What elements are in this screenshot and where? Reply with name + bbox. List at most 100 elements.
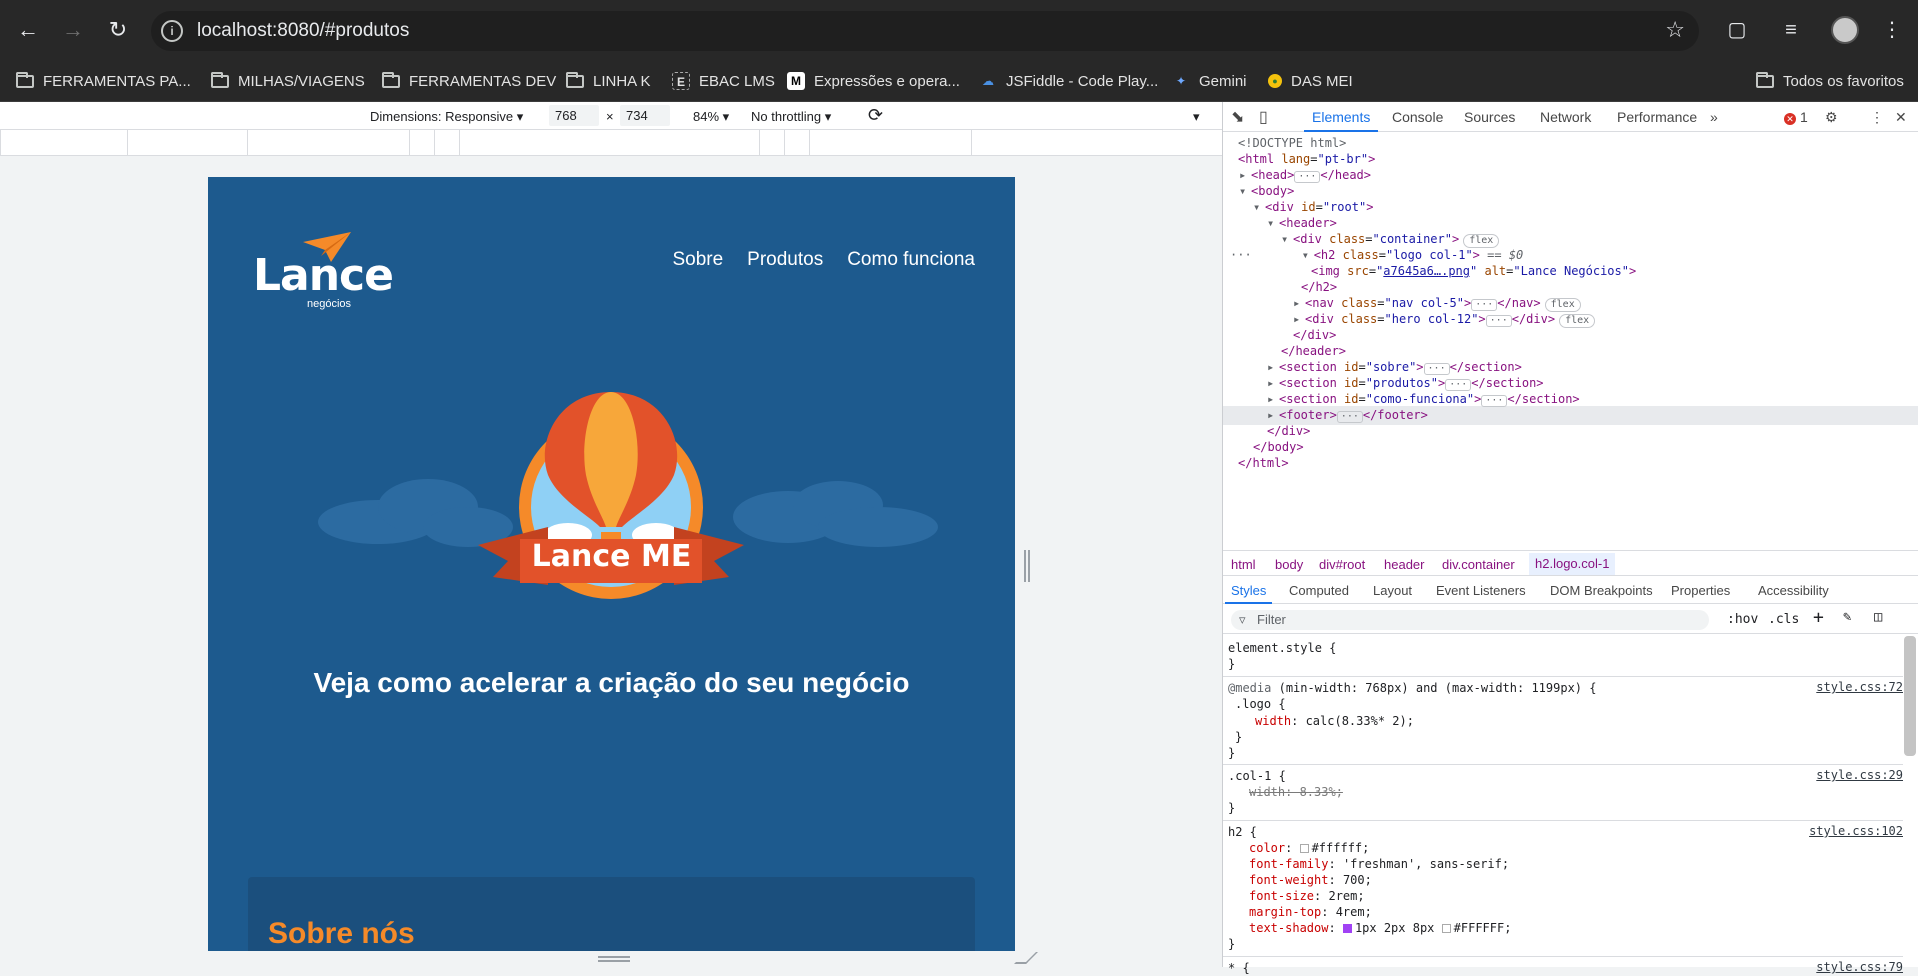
bottom-resize-handle[interactable] [598,956,630,962]
devtools-menu-icon[interactable]: ⋮ [1870,109,1884,126]
crumb-body[interactable]: body [1275,557,1303,572]
media-query-ruler[interactable] [0,130,1222,156]
source-link[interactable]: style.css:72 [1816,680,1903,694]
zoom-select[interactable]: 84% ▾ [693,109,729,125]
cls-toggle[interactable]: .cls [1768,612,1799,627]
nav-link-produtos[interactable]: Produtos [747,249,823,271]
media-controls-icon[interactable]: ≡ [1777,16,1805,44]
source-link[interactable]: style.css:79 [1816,960,1903,974]
crumb-html[interactable]: html [1231,557,1256,572]
ellipsis-icon[interactable]: ··· [1485,315,1512,327]
inspect-element-icon[interactable]: ⬊ [1231,107,1244,127]
device-more-icon[interactable]: ▾ [1193,109,1200,125]
ruler-segment[interactable] [759,130,784,156]
selector[interactable]: * { [1228,960,1250,976]
filter-input[interactable]: ▿ Filter [1231,610,1709,630]
ellipsis-icon[interactable]: ··· [1336,411,1363,423]
bookmark-folder[interactable]: LINHA K [566,68,651,94]
tab-accessibility[interactable]: Accessibility [1758,583,1829,598]
height-input[interactable]: 734 [620,105,670,126]
device-toggle-icon[interactable]: ▯ [1259,107,1268,127]
reload-icon[interactable]: ↻ [102,14,134,46]
dom-line[interactable]: </html> [1238,454,1289,473]
hov-toggle[interactable]: :hov [1727,612,1758,627]
style-property[interactable]: margin-top: 4rem; [1249,904,1372,920]
nav-link-como-funciona[interactable]: Como funciona [847,249,975,271]
throttling-select[interactable]: No throttling ▾ [751,109,831,125]
crumb-container[interactable]: div.container [1442,557,1515,572]
tab-layout[interactable]: Layout [1373,583,1412,598]
crumb-root[interactable]: div#root [1319,557,1365,572]
selector[interactable]: .col-1 { [1228,768,1286,784]
forward-arrow-icon[interactable]: → [57,14,89,46]
tab-console[interactable]: Console [1392,109,1443,125]
back-arrow-icon[interactable]: ← [12,14,44,46]
tab-sources[interactable]: Sources [1464,109,1515,125]
ruler-segment[interactable] [0,130,127,156]
style-property[interactable]: font-family: 'freshman', sans-serif; [1249,856,1509,872]
ruler-segment[interactable] [127,130,247,156]
more-tabs-icon[interactable]: » [1710,109,1718,125]
site-logo[interactable]: Lance negócios [253,232,394,310]
paint-brush-icon[interactable]: ✎ [1843,609,1851,625]
extensions-icon[interactable]: ▢ [1723,16,1751,44]
tab-event-listeners[interactable]: Event Listeners [1436,583,1526,598]
tab-performance[interactable]: Performance [1617,109,1697,125]
settings-gear-icon[interactable]: ⚙ [1825,109,1838,126]
overridden-property[interactable]: width: 8.33%; [1249,784,1343,800]
rotate-icon[interactable]: ⟳ [868,105,883,126]
selector[interactable]: .logo { [1235,696,1286,712]
bookmark-link[interactable]: M Expressões e opera... [787,68,960,94]
bookmark-star-icon[interactable]: ☆ [1665,17,1685,43]
tab-elements[interactable]: Elements [1303,109,1379,132]
bookmark-folder[interactable]: FERRAMENTAS PA... [16,68,191,94]
profile-avatar[interactable] [1831,16,1859,44]
dom-line[interactable]: <img src="a7645a6….png" alt="Lance Negóc… [1311,262,1636,281]
ruler-segment[interactable] [809,130,971,156]
error-badge[interactable]: ✕ 1 [1784,109,1808,125]
shadow-editor-icon[interactable] [1342,924,1352,933]
width-input[interactable]: 768 [549,105,599,126]
ruler-segment[interactable] [247,130,409,156]
tab-properties[interactable]: Properties [1671,583,1730,598]
style-property[interactable]: text-shadow: 1px 2px 8px #FFFFFF; [1249,920,1511,936]
menu-kebab-icon[interactable]: ⋮ [1878,16,1906,44]
ruler-segment[interactable] [409,130,434,156]
ellipsis-icon[interactable]: ··· [1481,395,1508,407]
bookmark-link[interactable]: E EBAC LMS [672,68,775,94]
style-property[interactable]: font-weight: 700; [1249,872,1372,888]
selector[interactable]: h2 { [1228,824,1257,840]
ellipsis-icon[interactable]: ··· [1294,171,1321,183]
tab-dom-breakpoints[interactable]: DOM Breakpoints [1550,583,1653,598]
ruler-segment[interactable] [434,130,459,156]
address-bar[interactable]: i localhost:8080/#produtos ☆ [151,11,1699,51]
corner-resize-handle[interactable] [1014,952,1038,964]
bookmark-folder[interactable]: MILHAS/VIAGENS [211,68,365,94]
bookmark-link[interactable]: ☁ JSFiddle - Code Play... [979,68,1158,94]
source-link[interactable]: style.css:102 [1809,824,1903,838]
tab-computed[interactable]: Computed [1289,583,1349,598]
sidebar-toggle-icon[interactable]: ◫ [1874,609,1882,625]
nav-link-sobre[interactable]: Sobre [672,249,723,271]
site-info-icon[interactable]: i [161,20,183,42]
crumb-header[interactable]: header [1384,557,1424,572]
ruler-segment[interactable] [971,130,1091,156]
media-rule[interactable]: @media (min-width: 768px) and (max-width… [1228,680,1596,696]
tab-network[interactable]: Network [1540,109,1591,125]
color-swatch[interactable] [1299,844,1309,853]
close-devtools-icon[interactable]: ✕ [1895,109,1907,126]
flex-badge[interactable]: flex [1559,314,1596,328]
url-text[interactable]: localhost:8080/#produtos [197,20,409,42]
img-src-link[interactable]: a7645a6….png [1383,264,1470,278]
bookmark-link[interactable]: ● DAS MEI [1268,68,1353,94]
style-property[interactable]: width: calc(8.33%* 2); [1255,713,1414,729]
bookmark-link[interactable]: ✦ Gemini [1172,68,1247,94]
dimensions-select[interactable]: Dimensions: Responsive ▾ [370,109,523,125]
add-rule-icon[interactable]: + [1813,607,1824,628]
ruler-segment[interactable] [459,130,759,156]
bookmark-folder[interactable]: FERRAMENTAS DEV [382,68,556,94]
all-bookmarks-folder[interactable]: Todos os favoritos [1756,68,1904,94]
tab-styles[interactable]: Styles [1224,583,1273,604]
resize-handle[interactable] [1024,550,1030,582]
element-style-rule[interactable]: element.style { [1228,640,1336,656]
